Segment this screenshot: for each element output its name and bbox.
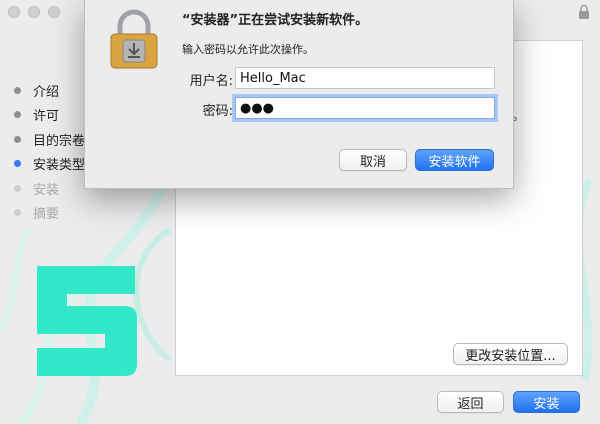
padlock-icon	[110, 9, 158, 69]
step-install: 安装	[14, 176, 85, 201]
close-window-button[interactable]	[8, 6, 20, 18]
username-label: 用户名:	[189, 74, 233, 89]
password-label: 密码:	[202, 104, 233, 119]
step-bullet	[14, 184, 21, 192]
install-software-button[interactable]: 安装软件	[415, 149, 494, 171]
username-field[interactable]: Hello_Mac	[235, 67, 495, 89]
window-controls	[8, 6, 60, 18]
step-bullet	[14, 160, 21, 168]
step-label: 摘要	[33, 207, 60, 223]
step-label: 目的宗卷	[33, 133, 86, 149]
step-label: 安装类型	[33, 158, 86, 174]
step-bullet	[14, 111, 21, 119]
step-label: 安装	[33, 182, 60, 198]
step-summary: 摘要	[14, 201, 85, 226]
change-location-button[interactable]: 更改安装位置...	[453, 343, 568, 365]
step-label: 介绍	[33, 84, 60, 100]
back-button[interactable]: 返回	[437, 391, 504, 413]
step-license: 许可	[14, 103, 85, 128]
lock-icon	[579, 4, 589, 19]
cancel-button[interactable]: 取消	[339, 149, 407, 171]
password-field[interactable]: ●●●	[235, 97, 495, 119]
step-intro: 介绍	[14, 78, 85, 103]
step-bullet	[14, 135, 21, 143]
install-button[interactable]: 安装	[513, 391, 580, 413]
step-bullet	[14, 86, 21, 94]
brand-logo	[37, 266, 137, 376]
step-label: 许可	[33, 109, 60, 125]
dialog-subtitle: 输入密码以允许此次操作。	[182, 43, 314, 56]
step-destination: 目的宗卷	[14, 127, 85, 152]
step-install-type: 安装类型	[14, 152, 85, 177]
dialog-title: “安装器”正在尝试安装新软件。	[182, 13, 369, 28]
auth-dialog: “安装器”正在尝试安装新软件。 输入密码以允许此次操作。 用户名: Hello_…	[84, 0, 514, 189]
step-bullet	[14, 209, 21, 217]
zoom-window-button[interactable]	[48, 6, 60, 18]
installer-steps: 介绍 许可 目的宗卷 安装类型 安装 摘要	[14, 78, 85, 225]
minimize-window-button[interactable]	[28, 6, 40, 18]
